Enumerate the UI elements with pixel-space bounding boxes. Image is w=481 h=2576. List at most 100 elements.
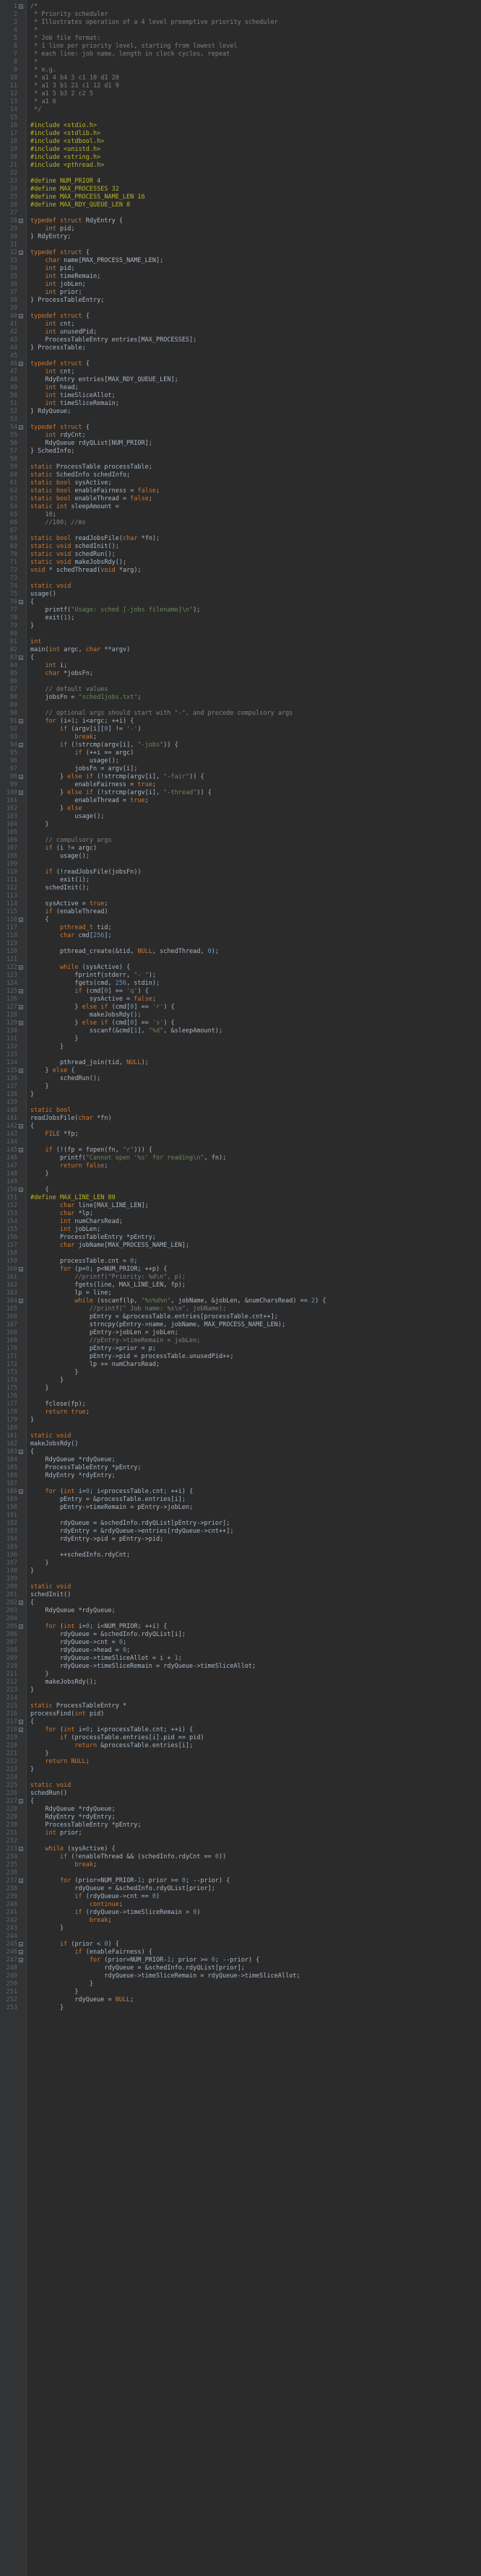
code-line[interactable]: 93 break; xyxy=(0,734,481,741)
code-line[interactable]: 208 rdyQueue->head = 0; xyxy=(0,1647,481,1655)
code-line[interactable]: 2 * Priority scheduler xyxy=(0,11,481,19)
code-line[interactable]: 150 { xyxy=(0,1186,481,1194)
code-line[interactable]: 234 if (!enableThread && (schedInfo.rdyC… xyxy=(0,1853,481,1861)
code-line[interactable]: 158 xyxy=(0,1250,481,1258)
code-line[interactable]: 153 char *lp; xyxy=(0,1210,481,1218)
fold-marker-icon[interactable] xyxy=(19,1799,23,1803)
code-line[interactable]: 226 schedRun() xyxy=(0,1790,481,1798)
code-line[interactable]: 131 } xyxy=(0,1035,481,1043)
code-line[interactable]: 224 xyxy=(0,1774,481,1782)
code-line[interactable]: 96 usage(); xyxy=(0,757,481,765)
code-line[interactable]: 125 if (cmd[0] == 'q') { xyxy=(0,988,481,996)
code-line[interactable]: 89 xyxy=(0,702,481,710)
fold-marker-icon[interactable] xyxy=(19,314,23,318)
code-line[interactable]: 156 ProcessTableEntry *pEntry; xyxy=(0,1234,481,1242)
fold-marker-icon[interactable] xyxy=(19,719,23,723)
code-line[interactable]: 249 rdyQueue->timeSliceRemain = rdyQueue… xyxy=(0,1972,481,1980)
code-line[interactable]: 197 } xyxy=(0,1559,481,1567)
code-line[interactable]: 62 static bool enableFairness = false; xyxy=(0,487,481,495)
code-line[interactable]: 214 xyxy=(0,1694,481,1702)
code-line[interactable]: 230 ProcessTableEntry *pEntry; xyxy=(0,1822,481,1829)
code-line[interactable]: 155 int jobLen; xyxy=(0,1226,481,1234)
code-line[interactable]: 186 RdyEntry *rdyEntry; xyxy=(0,1472,481,1480)
code-line[interactable]: 171 pEntry->pid = processTable.unusedPid… xyxy=(0,1353,481,1361)
fold-marker-icon[interactable] xyxy=(19,965,23,970)
code-line[interactable]: 118 char cmd[256]; xyxy=(0,932,481,940)
code-line[interactable]: 154 int numCharsRead; xyxy=(0,1218,481,1226)
fold-marker-icon[interactable] xyxy=(19,4,23,9)
code-line[interactable]: 140 static bool xyxy=(0,1107,481,1115)
code-line[interactable]: 157 char jobName[MAX_PROCESS_NAME_LEN]; xyxy=(0,1242,481,1250)
code-line[interactable]: 229 RdyEntry *rdyEntry; xyxy=(0,1814,481,1822)
fold-marker-icon[interactable] xyxy=(19,918,23,922)
code-line[interactable]: 95 if (++i == argc) xyxy=(0,749,481,757)
code-line[interactable]: 1 /* xyxy=(0,3,481,11)
code-line[interactable]: 190 pEntry->timeRemain = pEntry->jobLen; xyxy=(0,1504,481,1512)
code-line[interactable]: 163 lp = line; xyxy=(0,1289,481,1297)
code-line[interactable]: 165 //printf(" Job name: %s\n", jobName)… xyxy=(0,1305,481,1313)
code-line[interactable]: 221 } xyxy=(0,1750,481,1758)
fold-marker-icon[interactable] xyxy=(19,1450,23,1454)
code-line[interactable]: 120 pthread_create(&tid, NULL, schedThre… xyxy=(0,948,481,956)
code-line[interactable]: 127 } else if (cmd[0] == 'r') { xyxy=(0,1004,481,1011)
code-line[interactable]: 239 if (rdyQueue->cnt == 0) xyxy=(0,1893,481,1901)
code-line[interactable]: 18 #include <stdbool.h> xyxy=(0,138,481,146)
code-line[interactable]: 123 fprintf(stderr, "- "); xyxy=(0,972,481,980)
fold-marker-icon[interactable] xyxy=(19,1299,23,1303)
code-line[interactable]: 64 static int sleepAmount = xyxy=(0,503,481,511)
code-line[interactable]: 204 xyxy=(0,1615,481,1623)
code-line[interactable]: 199 xyxy=(0,1575,481,1583)
code-line[interactable]: 71 static void makeJobsRdy(); xyxy=(0,559,481,567)
code-line[interactable]: 66 //100; //ms xyxy=(0,519,481,527)
code-line[interactable]: 56 RdyQueue rdyQList[NUM_PRIOR]; xyxy=(0,440,481,448)
code-line[interactable]: 223} xyxy=(0,1766,481,1774)
code-line[interactable]: 76 { xyxy=(0,599,481,606)
code-line[interactable]: 252 rdyQueue = NULL; xyxy=(0,1996,481,2004)
code-line[interactable]: 138} xyxy=(0,1091,481,1099)
code-line[interactable]: 215 static ProcessTableEntry * xyxy=(0,1702,481,1710)
code-line[interactable]: 84 int i; xyxy=(0,662,481,670)
code-line[interactable]: 176 xyxy=(0,1393,481,1401)
code-line[interactable]: 90 // optional args should start with "-… xyxy=(0,710,481,718)
code-line[interactable]: 145 if (!(fp = fopen(fn, "r"))) { xyxy=(0,1146,481,1154)
code-line[interactable]: 105 xyxy=(0,829,481,837)
code-line[interactable]: 161 //printf("Priority: %d\n", p); xyxy=(0,1274,481,1282)
code-line[interactable]: 108 usage(); xyxy=(0,853,481,861)
code-line[interactable]: 101 enableThread = true; xyxy=(0,797,481,805)
code-line[interactable]: 82 main(int argc, char **argv) xyxy=(0,646,481,654)
code-line[interactable]: 85 char *jobsFn; xyxy=(0,670,481,678)
code-line[interactable]: 13 * a1 6 xyxy=(0,98,481,106)
code-line[interactable]: 173 } xyxy=(0,1369,481,1377)
code-line[interactable]: 137 } xyxy=(0,1083,481,1091)
code-line[interactable]: 122 while (sysActive) { xyxy=(0,964,481,972)
code-line[interactable]: 184 RdyQueue *rdyQueue; xyxy=(0,1456,481,1464)
code-line[interactable]: 241 if (rdyQueue->timeSliceRemain > 0) xyxy=(0,1909,481,1917)
code-line[interactable]: 187 xyxy=(0,1480,481,1488)
code-line[interactable]: 50 int timeSliceAllot; xyxy=(0,392,481,400)
code-line[interactable]: 38} ProcessTableEntry; xyxy=(0,297,481,305)
code-line[interactable]: 24 #define MAX_PROCESSES 32 xyxy=(0,186,481,193)
fold-marker-icon[interactable] xyxy=(19,1069,23,1073)
code-line[interactable]: 63 static bool enableThread = false; xyxy=(0,495,481,503)
code-line[interactable]: 111 exit(1); xyxy=(0,876,481,884)
code-line[interactable]: 58 xyxy=(0,456,481,464)
code-line[interactable]: 78 exit(1); xyxy=(0,614,481,622)
code-line[interactable]: 189 pEntry = &processTable.entries[i]; xyxy=(0,1496,481,1504)
code-line[interactable]: 53 xyxy=(0,416,481,424)
code-line[interactable]: 195 xyxy=(0,1544,481,1552)
code-line[interactable]: 247 for (prior=NUM_PRIOR-1; prior >= 0; … xyxy=(0,1957,481,1964)
code-line[interactable]: 3 * Illustrates operation of a 4 level p… xyxy=(0,19,481,27)
code-line[interactable]: 20 #include <string.h> xyxy=(0,154,481,162)
code-line[interactable]: 205 for (int i=0; i<NUM_PRIOR; ++i) { xyxy=(0,1623,481,1631)
code-line[interactable]: 94 if (!strcmp(argv[i], "-jobs")) { xyxy=(0,741,481,749)
code-line[interactable]: 148 } xyxy=(0,1170,481,1178)
code-line[interactable]: 15 xyxy=(0,114,481,122)
code-line[interactable]: 146 printf("Cannot open '%s' for reading… xyxy=(0,1154,481,1162)
code-line[interactable]: 5 * Job file format: xyxy=(0,35,481,43)
code-line[interactable]: 228 RdyQueue *rdyQueue; xyxy=(0,1806,481,1814)
code-line[interactable]: 31 xyxy=(0,241,481,249)
code-line[interactable]: 37 int prior; xyxy=(0,289,481,297)
code-line[interactable]: 218 for (int i=0; i<processTable.cnt; ++… xyxy=(0,1726,481,1734)
code-line[interactable]: 235 break; xyxy=(0,1861,481,1869)
fold-marker-icon[interactable] xyxy=(19,600,23,604)
